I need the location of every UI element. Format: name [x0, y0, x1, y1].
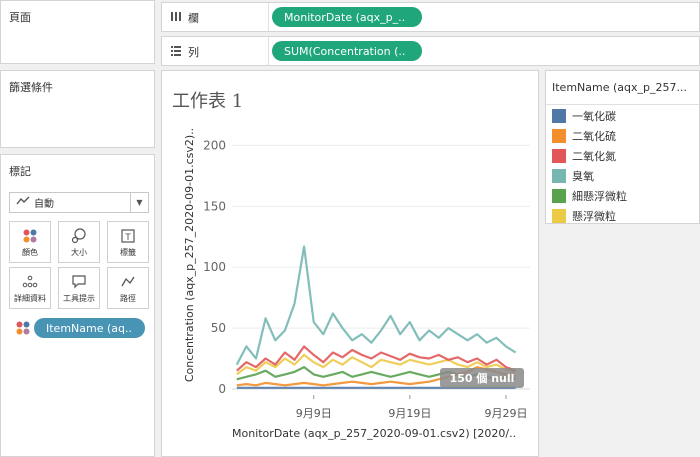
size-button[interactable]: 大小 [58, 221, 100, 263]
pages-title: 頁面 [9, 11, 31, 24]
color-dots-icon [15, 320, 31, 339]
mark-type-label: 自動 [34, 199, 54, 210]
filters-title: 篩選條件 [9, 81, 53, 94]
legend-swatch [552, 129, 566, 143]
y-tick-label: 0 [218, 382, 226, 396]
color-button[interactable]: 顏色 [9, 221, 51, 263]
detail-button[interactable]: 詳細資料 [9, 267, 51, 309]
x-tick-label: 9月19日 [388, 407, 431, 420]
monitordate-pill[interactable]: MonitorDate (aqx_p_.. [272, 7, 422, 27]
series-line-3 [236, 345, 516, 372]
tooltip-button[interactable]: 工具提示 [58, 267, 100, 309]
color-legend: ItemName (aqx_p_257... 一氧化碳二氧化硫二氧化氮臭氧細懸浮… [545, 70, 700, 224]
legend-label: 細懸浮微粒 [572, 190, 627, 203]
legend-title: ItemName (aqx_p_257... [546, 71, 699, 105]
color-button-label: 顏色 [22, 247, 38, 257]
path-button-label: 路徑 [120, 293, 136, 303]
chevron-down-icon[interactable]: ▼ [130, 193, 148, 212]
pages-panel[interactable]: 頁面 [0, 0, 155, 64]
columns-divider [268, 3, 269, 31]
legend-label: 二氧化硫 [572, 130, 616, 143]
legend-item[interactable]: 一氧化碳 [552, 108, 616, 124]
rows-label: 列 [188, 46, 199, 59]
legend-item[interactable]: 臭氧 [552, 168, 594, 184]
filters-panel[interactable]: 篩選條件 [0, 70, 155, 148]
y-tick-label: 200 [203, 138, 226, 152]
x-axis-label: MonitorDate (aqx_p_257_2020-09-01.csv2) … [232, 427, 516, 440]
detail-button-label: 詳細資料 [14, 293, 46, 303]
legend-label: 二氧化氮 [572, 150, 616, 163]
columns-shelf: 欄 MonitorDate (aqx_p_.. [161, 2, 700, 32]
detail-icon [22, 273, 38, 291]
tooltip-icon [71, 273, 87, 291]
tooltip-button-label: 工具提示 [63, 293, 95, 303]
marks-title: 標記 [9, 165, 31, 178]
y-tick-label: 50 [211, 321, 226, 335]
x-tick-label: 9月29日 [484, 407, 527, 420]
legend-item[interactable]: 二氧化氮 [552, 148, 616, 164]
legend-swatch [552, 109, 566, 123]
path-button[interactable]: 路徑 [107, 267, 149, 309]
legend-swatch [552, 209, 566, 223]
series-line-4 [235, 245, 517, 366]
y-axis-label: Concentration (aqx_p_257_2020-09-01.csv2… [183, 128, 196, 382]
label-icon: T [120, 227, 136, 245]
size-button-label: 大小 [71, 247, 87, 257]
columns-icon [170, 11, 182, 25]
rows-shelf-label: 列 [170, 44, 199, 60]
mark-type-dropdown[interactable]: 自動 ▼ [9, 192, 149, 213]
rows-icon [170, 45, 182, 59]
null-badge-label: 150 個 null [450, 371, 515, 385]
legend-swatch [552, 149, 566, 163]
x-tick-label: 9月9日 [296, 407, 332, 420]
legend-item[interactable]: 細懸浮微粒 [552, 188, 627, 204]
legend-item[interactable]: 懸浮微粒 [552, 208, 616, 224]
line-chart[interactable]: 0 50 100 150 200 9月9日 9月19日 9月29日 MonitorDate (a… [162, 71, 538, 456]
worksheet: 工作表 1 0 50 100 150 200 9月9日 9月19日 9月29日 MonitorD… [161, 70, 539, 457]
label-button[interactable]: T 標籤 [107, 221, 149, 263]
y-tick-label: 150 [203, 199, 226, 213]
line-mark-icon [16, 196, 30, 209]
size-icon [71, 227, 87, 245]
y-tick-label: 100 [203, 260, 226, 274]
columns-label: 欄 [188, 12, 199, 25]
legend-swatch [552, 189, 566, 203]
legend-label: 一氧化碳 [572, 110, 616, 123]
marks-card: 標記 自動 ▼ 顏色 大小 T 標籤 詳細資料 工具提示 路徑 ItemName… [0, 154, 155, 457]
columns-shelf-label: 欄 [170, 10, 199, 26]
rows-shelf: 列 SUM(Concentration (.. [161, 36, 700, 66]
concentration-pill[interactable]: SUM(Concentration (.. [272, 41, 422, 61]
legend-swatch [552, 169, 566, 183]
svg-text:T: T [124, 233, 131, 243]
path-icon [120, 273, 136, 291]
legend-label: 臭氧 [572, 170, 594, 183]
label-button-label: 標籤 [120, 247, 136, 257]
rows-divider [268, 37, 269, 65]
legend-item[interactable]: 二氧化硫 [552, 128, 616, 144]
color-icon [22, 227, 38, 245]
legend-label: 懸浮微粒 [572, 210, 616, 223]
itemname-color-pill[interactable]: ItemName (aq.. [34, 318, 145, 338]
